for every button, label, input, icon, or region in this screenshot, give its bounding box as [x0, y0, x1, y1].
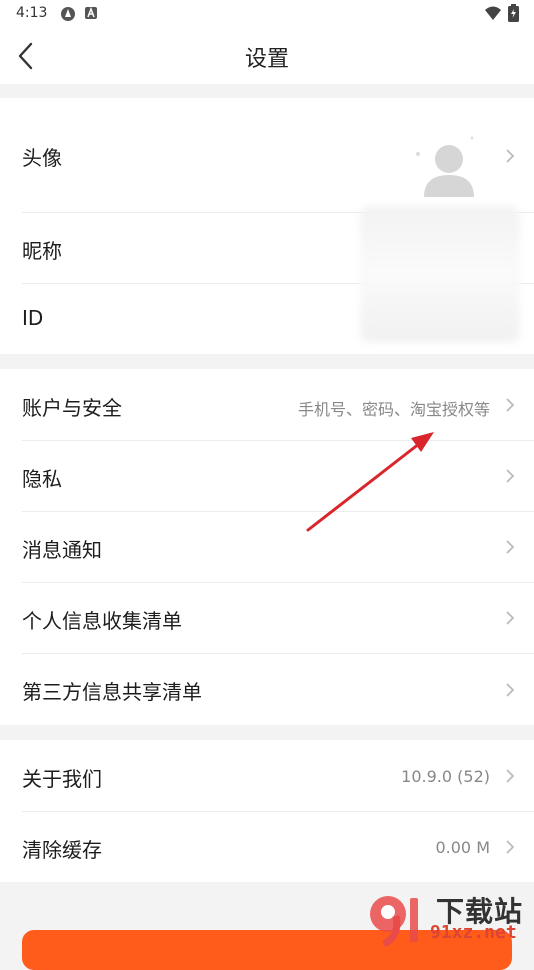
- account-security-value: 手机号、密码、淘宝授权等: [297, 400, 490, 419]
- nickname-id-redaction: [360, 206, 520, 342]
- nickname-label: 昵称: [22, 239, 62, 263]
- clear-cache-row[interactable]: 清除缓存 0.00 M: [0, 812, 534, 882]
- personal-info-list-label: 个人信息收集清单: [22, 609, 182, 633]
- about-label: 关于我们: [22, 767, 102, 791]
- id-label: ID: [22, 306, 44, 330]
- misc-group: 关于我们 10.9.0 (52) 清除缓存 0.00 M: [0, 740, 534, 882]
- version-value: 10.9.0 (52): [401, 767, 490, 786]
- account-security-label: 账户与安全: [22, 396, 122, 420]
- profile-group: 头像 昵称 ID: [0, 98, 534, 354]
- personal-info-list-row[interactable]: 个人信息收集清单: [0, 583, 534, 653]
- status-bar: 4:13: [0, 0, 534, 28]
- cache-size-value: 0.00 M: [435, 838, 490, 857]
- status-time: 4:13: [16, 5, 48, 21]
- page-title: 设置: [244, 47, 289, 72]
- privacy-label: 隐私: [22, 467, 62, 491]
- battery-icon: [508, 4, 519, 22]
- watermark-logo-icon: [370, 896, 418, 948]
- privacy-row[interactable]: 隐私: [0, 441, 534, 511]
- third-party-list-row[interactable]: 第三方信息共享清单: [0, 654, 534, 725]
- clear-cache-label: 清除缓存: [22, 838, 102, 862]
- notifications-label: 消息通知: [22, 538, 102, 562]
- avatar-label: 头像: [22, 146, 62, 170]
- chevron-right-icon: [506, 398, 515, 412]
- notifications-row[interactable]: 消息通知: [0, 512, 534, 582]
- avatar[interactable]: [410, 134, 478, 200]
- chevron-right-icon: [506, 540, 515, 554]
- account-security-row[interactable]: 账户与安全 手机号、密码、淘宝授权等: [0, 369, 534, 440]
- wifi-icon: [485, 6, 501, 20]
- chevron-right-icon: [506, 840, 515, 854]
- third-party-list-label: 第三方信息共享清单: [22, 680, 202, 704]
- chevron-right-icon: [506, 769, 515, 783]
- settings-group: 账户与安全 手机号、密码、淘宝授权等 隐私 消息通知 个人信息收集清单 第三方信…: [0, 369, 534, 725]
- a-notification-icon: [85, 6, 97, 19]
- about-row[interactable]: 关于我们 10.9.0 (52): [0, 740, 534, 811]
- chevron-right-icon: [506, 149, 515, 163]
- chevron-right-icon: [506, 469, 515, 483]
- app-notification-icon: [61, 7, 75, 21]
- watermark-url: 91xz.net: [430, 922, 517, 943]
- chevron-right-icon: [506, 611, 515, 625]
- chevron-right-icon: [506, 683, 515, 697]
- watermark: 下载站 91xz.net: [366, 888, 534, 950]
- header: 设置: [0, 28, 534, 84]
- avatar-row[interactable]: 头像: [0, 98, 534, 212]
